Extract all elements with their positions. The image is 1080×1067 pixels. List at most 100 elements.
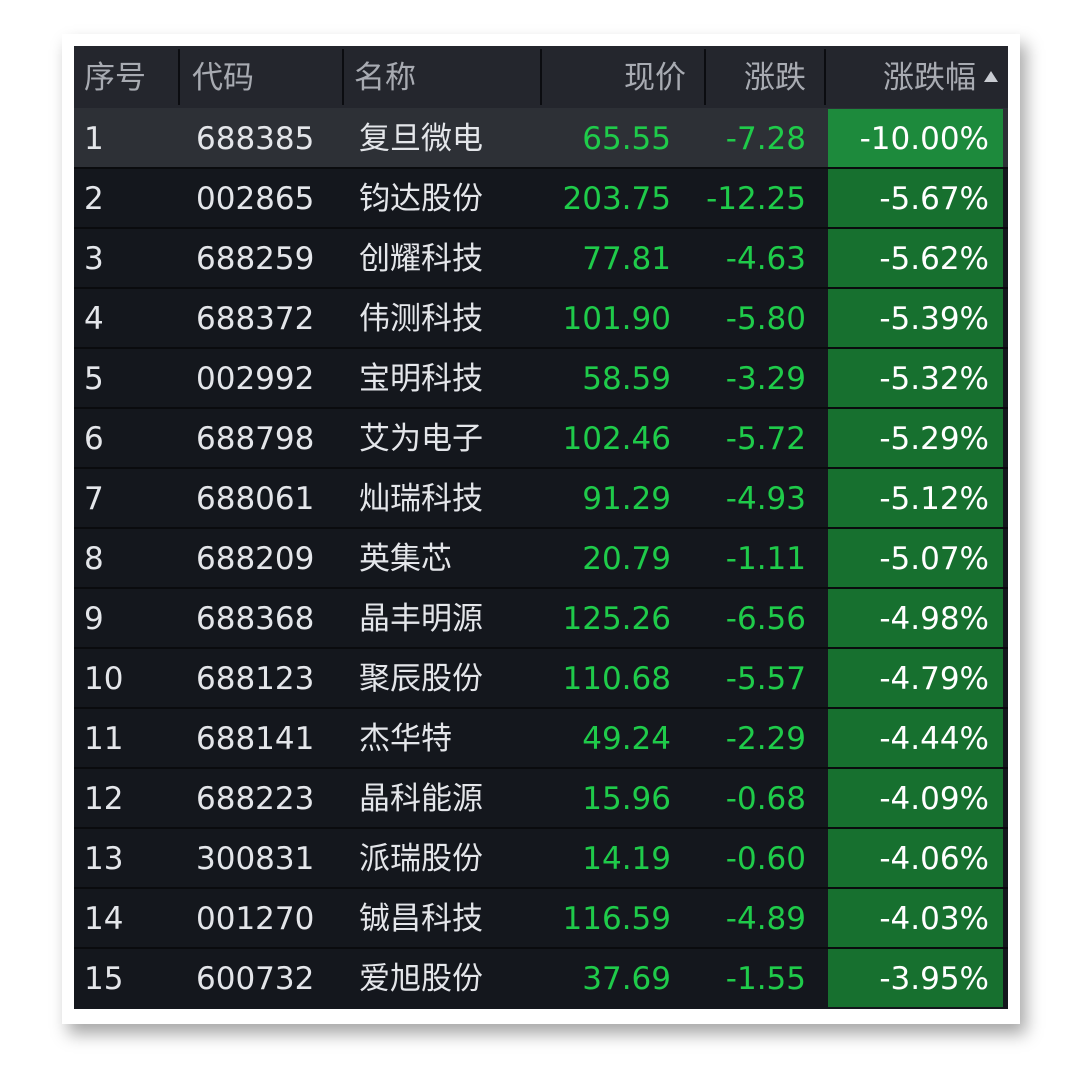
price-change: -1.55 <box>725 961 806 997</box>
header-change[interactable]: 涨跌 <box>706 46 806 108</box>
stock-code: 688223 <box>196 781 315 817</box>
stock-name: 爱旭股份 <box>359 961 483 997</box>
stock-name: 钧达股份 <box>359 181 483 217</box>
pct-change: -4.03% <box>828 889 1003 947</box>
row-index: 5 <box>84 361 104 397</box>
row-index: 12 <box>84 781 124 817</box>
current-price: 110.68 <box>562 661 671 697</box>
header-pct-change[interactable]: 涨跌幅 <box>828 46 998 108</box>
stock-code: 688368 <box>196 601 315 637</box>
pct-change: -4.44% <box>828 709 1003 767</box>
pct-change: -5.39% <box>828 289 1003 347</box>
stock-code: 688385 <box>196 121 315 157</box>
column-divider[interactable] <box>824 49 826 105</box>
stock-name: 聚辰股份 <box>359 661 483 697</box>
pct-change: -4.09% <box>828 769 1003 827</box>
stock-name: 宝明科技 <box>359 361 483 397</box>
stock-code: 688123 <box>196 661 315 697</box>
pct-change: -5.12% <box>828 469 1003 527</box>
stock-name: 伟测科技 <box>359 301 483 337</box>
table-row[interactable]: 4 688372 伟测科技 101.90 -5.80 -5.39% <box>74 288 1008 348</box>
stock-code: 688141 <box>196 721 315 757</box>
current-price: 15.96 <box>582 781 671 817</box>
row-index: 1 <box>84 121 104 157</box>
current-price: 116.59 <box>562 901 671 937</box>
price-change: -7.28 <box>725 121 806 157</box>
stock-code: 002865 <box>196 181 315 217</box>
screenshot-frame: 序号 代码 名称 现价 涨跌 涨跌幅 1 688385 复旦微电 65.55 -7.28… <box>62 34 1020 1024</box>
table-row[interactable]: 15 600732 爱旭股份 37.69 -1.55 -3.95% <box>74 948 1008 1008</box>
header-price[interactable]: 现价 <box>544 46 686 108</box>
pct-change: -5.67% <box>828 169 1003 227</box>
price-change: -1.11 <box>725 541 806 577</box>
stock-name: 杰华特 <box>359 721 452 757</box>
stock-name: 晶科能源 <box>359 781 483 817</box>
stock-name: 铖昌科技 <box>359 901 483 937</box>
pct-change: -3.95% <box>828 949 1003 1007</box>
row-index: 15 <box>84 961 124 997</box>
row-index: 8 <box>84 541 104 577</box>
row-index: 10 <box>84 661 124 697</box>
price-change: -5.80 <box>725 301 806 337</box>
price-change: -3.29 <box>725 361 806 397</box>
column-divider[interactable] <box>178 49 180 105</box>
price-change: -4.63 <box>725 241 806 277</box>
header-pct-change-label: 涨跌幅 <box>883 60 976 96</box>
stock-name: 派瑞股份 <box>359 841 483 877</box>
price-change: -0.68 <box>725 781 806 817</box>
row-index: 7 <box>84 481 104 517</box>
table-row[interactable]: 9 688368 晶丰明源 125.26 -6.56 -4.98% <box>74 588 1008 648</box>
pct-change: -5.07% <box>828 529 1003 587</box>
price-change: -6.56 <box>725 601 806 637</box>
column-divider[interactable] <box>342 49 344 105</box>
table-row[interactable]: 11 688141 杰华特 49.24 -2.29 -4.44% <box>74 708 1008 768</box>
stock-code: 688798 <box>196 421 315 457</box>
price-change: -5.72 <box>725 421 806 457</box>
stock-code: 688259 <box>196 241 315 277</box>
current-price: 203.75 <box>562 181 671 217</box>
header-index[interactable]: 序号 <box>84 46 146 108</box>
stock-name: 晶丰明源 <box>359 601 483 637</box>
pct-change: -5.32% <box>828 349 1003 407</box>
pct-change: -4.98% <box>828 589 1003 647</box>
current-price: 14.19 <box>582 841 671 877</box>
table-row[interactable]: 5 002992 宝明科技 58.59 -3.29 -5.32% <box>74 348 1008 408</box>
current-price: 125.26 <box>562 601 671 637</box>
header-code[interactable]: 代码 <box>192 46 254 108</box>
table-row[interactable]: 13 300831 派瑞股份 14.19 -0.60 -4.06% <box>74 828 1008 888</box>
row-index: 13 <box>84 841 124 877</box>
row-index: 2 <box>84 181 104 217</box>
table-row[interactable]: 8 688209 英集芯 20.79 -1.11 -5.07% <box>74 528 1008 588</box>
table-row[interactable]: 1 688385 复旦微电 65.55 -7.28 -10.00% <box>74 108 1008 168</box>
table-row[interactable]: 6 688798 艾为电子 102.46 -5.72 -5.29% <box>74 408 1008 468</box>
stock-code: 688372 <box>196 301 315 337</box>
pct-change: -4.79% <box>828 649 1003 707</box>
header-name[interactable]: 名称 <box>354 46 416 108</box>
row-index: 11 <box>84 721 124 757</box>
current-price: 65.55 <box>582 121 671 157</box>
price-change: -12.25 <box>706 181 806 217</box>
row-index: 9 <box>84 601 104 637</box>
pct-change: -4.06% <box>828 829 1003 887</box>
row-index: 3 <box>84 241 104 277</box>
stock-code: 688061 <box>196 481 315 517</box>
pct-change: -5.62% <box>828 229 1003 287</box>
price-change: -4.89 <box>725 901 806 937</box>
stock-name: 艾为电子 <box>359 421 483 457</box>
table-row[interactable]: 7 688061 灿瑞科技 91.29 -4.93 -5.12% <box>74 468 1008 528</box>
current-price: 58.59 <box>582 361 671 397</box>
table-row[interactable]: 14 001270 铖昌科技 116.59 -4.89 -4.03% <box>74 888 1008 948</box>
stock-code: 001270 <box>196 901 315 937</box>
column-divider[interactable] <box>540 49 542 105</box>
sort-ascending-triangle-icon[interactable] <box>984 71 998 82</box>
row-index: 4 <box>84 301 104 337</box>
table-row[interactable]: 3 688259 创耀科技 77.81 -4.63 -5.62% <box>74 228 1008 288</box>
table-row[interactable]: 10 688123 聚辰股份 110.68 -5.57 -4.79% <box>74 648 1008 708</box>
stock-name: 英集芯 <box>359 541 452 577</box>
price-change: -0.60 <box>725 841 806 877</box>
table-header: 序号 代码 名称 现价 涨跌 涨跌幅 <box>74 46 1008 108</box>
table-row[interactable]: 2 002865 钧达股份 203.75 -12.25 -5.67% <box>74 168 1008 228</box>
table-row[interactable]: 12 688223 晶科能源 15.96 -0.68 -4.09% <box>74 768 1008 828</box>
price-change: -4.93 <box>725 481 806 517</box>
current-price: 37.69 <box>582 961 671 997</box>
